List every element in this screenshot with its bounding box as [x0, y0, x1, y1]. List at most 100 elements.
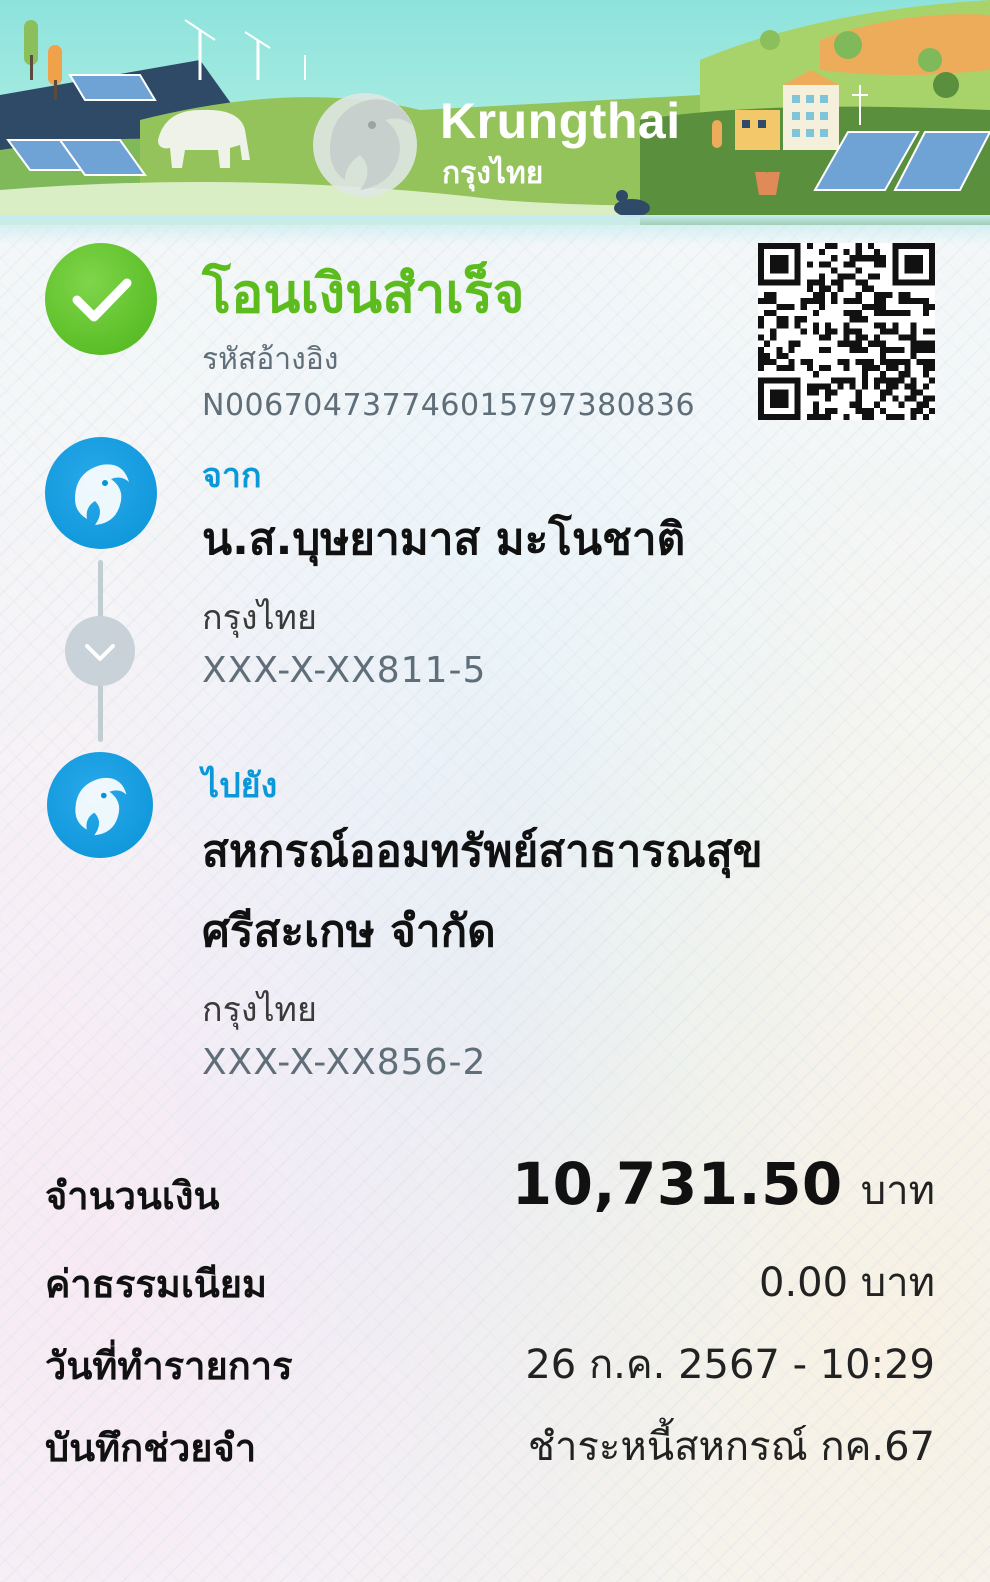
qr-module — [800, 304, 807, 311]
qr-module — [880, 310, 887, 317]
qr-module — [758, 389, 765, 396]
qr-module — [904, 291, 911, 298]
qr-module — [819, 291, 826, 298]
date-label: วันที่ทำรายการ — [45, 1344, 293, 1388]
qr-module — [910, 328, 917, 335]
qr-module — [794, 316, 801, 323]
qr-module — [880, 371, 887, 378]
qr-module — [794, 407, 801, 414]
qr-module — [928, 365, 935, 372]
qr-module — [788, 346, 795, 353]
qr-module — [776, 389, 783, 396]
qr-module — [886, 328, 893, 335]
qr-module — [758, 383, 765, 390]
qr-module — [819, 346, 826, 353]
qr-module — [782, 365, 789, 372]
qr-module — [758, 377, 765, 384]
qr-module — [782, 401, 789, 408]
qr-module — [867, 407, 874, 414]
qr-module — [806, 413, 813, 420]
qr-module — [867, 273, 874, 280]
qr-module — [922, 328, 929, 335]
qr-module — [788, 340, 795, 347]
qr-module — [794, 243, 801, 250]
qr-module — [910, 243, 917, 250]
qr-module — [867, 365, 874, 372]
qr-module — [849, 401, 856, 408]
qr-code[interactable] — [758, 243, 935, 420]
qr-module — [928, 346, 935, 353]
qr-module — [800, 358, 807, 366]
qr-module — [831, 243, 838, 250]
qr-module — [892, 328, 899, 335]
qr-module — [825, 365, 832, 372]
qr-module — [782, 322, 789, 329]
qr-module — [770, 395, 777, 402]
qr-module — [806, 389, 813, 396]
qr-module — [873, 255, 881, 262]
qr-module — [794, 322, 801, 329]
qr-module — [776, 322, 783, 329]
qr-module — [843, 310, 850, 317]
success-badge — [45, 243, 157, 355]
qr-module — [843, 322, 850, 329]
qr-module — [898, 346, 905, 353]
qr-module — [776, 365, 783, 372]
qr-module — [831, 279, 838, 286]
qr-module — [886, 377, 893, 384]
qr-module — [880, 322, 887, 329]
qr-module — [758, 334, 765, 341]
qr-module — [806, 383, 813, 390]
krungthai-bird-icon — [75, 777, 127, 836]
qr-module — [788, 358, 795, 366]
qr-module — [916, 389, 923, 396]
qr-module — [922, 297, 929, 305]
qr-module — [794, 401, 801, 408]
qr-module — [916, 261, 923, 268]
reference-label: รหัสอ้างอิง — [202, 342, 339, 377]
qr-module — [904, 261, 911, 268]
qr-module — [880, 377, 887, 384]
to-bank-name: กรุงไทย — [202, 990, 317, 1030]
amount-label: จำนวนเงิน — [45, 1174, 220, 1218]
qr-module — [843, 273, 850, 280]
qr-module — [758, 413, 765, 420]
qr-module — [819, 297, 826, 305]
qr-module — [873, 383, 881, 390]
qr-module — [928, 243, 935, 250]
qr-module — [831, 377, 838, 384]
qr-module — [916, 340, 923, 347]
qr-module — [873, 249, 881, 256]
qr-module — [770, 261, 777, 268]
direction-indicator — [65, 616, 135, 686]
qr-module — [916, 243, 923, 250]
qr-module — [898, 297, 905, 305]
qr-module — [812, 291, 820, 298]
qr-module — [819, 365, 826, 372]
qr-module — [898, 371, 905, 378]
qr-module — [800, 328, 807, 335]
qr-module — [776, 304, 783, 311]
qr-module — [770, 389, 777, 396]
qr-module — [855, 401, 862, 408]
qr-module — [782, 255, 789, 262]
qr-module — [825, 389, 832, 396]
qr-module — [861, 407, 868, 414]
date-value: 26 ก.ค. 2567 - 10:29 — [525, 1342, 935, 1388]
qr-module — [806, 243, 813, 250]
from-account-name: น.ส.บุษยามาส มะโนชาติ — [202, 514, 686, 565]
qr-module — [910, 267, 917, 274]
qr-module — [886, 365, 893, 372]
to-account-number: XXX-X-XX856-2 — [202, 1042, 487, 1083]
qr-module — [758, 322, 765, 329]
qr-module — [928, 304, 935, 311]
qr-module — [880, 340, 887, 347]
qr-module — [892, 310, 899, 317]
qr-module — [910, 389, 917, 396]
to-account-name: สหกรณ์ออมทรัพย์สาธารณสุข ศรีสะเกษ จำกัด — [202, 826, 763, 957]
qr-module — [873, 322, 881, 329]
qr-module — [904, 358, 911, 366]
qr-module — [764, 352, 771, 359]
qr-module — [855, 297, 862, 305]
qr-module — [825, 407, 832, 414]
